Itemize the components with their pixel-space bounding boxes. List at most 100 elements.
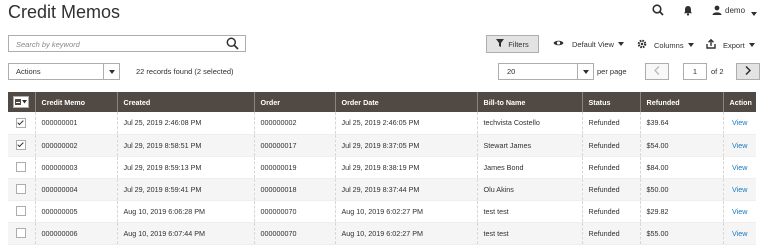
cell-order: 000000070 (254, 222, 336, 245)
cell-order-date: Aug 10, 2019 6:02:27 PM (335, 200, 478, 223)
column-header-refunded[interactable]: Refunded (640, 92, 724, 112)
cell-credit-memo: 000000002 (35, 134, 118, 157)
search-input[interactable] (14, 37, 223, 52)
cell-select (8, 112, 36, 135)
cell-order-date: Jul 29, 2019 8:37:05 PM (335, 134, 478, 157)
global-search-icon[interactable] (651, 3, 665, 17)
cell-status: Refunded (582, 134, 641, 157)
mass-select-checkbox[interactable] (13, 96, 30, 108)
row-checkbox[interactable] (16, 162, 27, 173)
column-header-order[interactable]: Order (254, 92, 336, 112)
column-header-order-date[interactable]: Order Date (335, 92, 478, 112)
grid-body: 000000001 Jul 25, 2019 2:46:08 PM 00000000… (8, 112, 756, 245)
row-checkbox[interactable] (16, 184, 27, 195)
grid-header-row: Credit Memo Created Order Order Date Bil… (8, 92, 756, 112)
table-row[interactable]: 000000006 Aug 10, 2019 6:07:44 PM 00000007… (8, 222, 756, 245)
cell-action: View (723, 112, 756, 135)
view-link[interactable]: View (732, 185, 747, 194)
cell-bill-to-name: Olu Akins (477, 178, 583, 201)
cell-bill-to-name: James Bond (477, 156, 583, 179)
search-icon[interactable] (226, 37, 239, 52)
cell-action: View (723, 134, 756, 157)
cell-select (8, 222, 36, 245)
previous-page-button[interactable] (645, 63, 669, 80)
search-box (8, 35, 246, 52)
view-link[interactable]: View (732, 163, 747, 172)
cell-credit-memo: 000000006 (35, 222, 118, 245)
chevron-left-icon (653, 65, 660, 77)
cell-created: Jul 29, 2019 8:59:41 PM (117, 178, 255, 201)
cell-bill-to-name: test test (477, 222, 583, 245)
per-page-value: 20 (507, 67, 516, 76)
chevron-down-icon (103, 64, 119, 79)
credit-memos-grid: Credit Memo Created Order Order Date Bil… (8, 92, 756, 245)
page-title: Credit Memos (8, 2, 121, 22)
row-checkbox[interactable] (16, 206, 27, 217)
chevron-down-icon (687, 43, 694, 47)
view-link[interactable]: View (732, 141, 747, 150)
chevron-down-icon (748, 43, 755, 47)
mass-actions-select[interactable]: Actions (8, 63, 120, 80)
mass-select-column[interactable] (8, 92, 36, 112)
cell-select (8, 200, 36, 223)
notifications-bell-icon[interactable] (681, 3, 695, 17)
cell-status: Refunded (582, 112, 641, 135)
eye-icon (553, 39, 564, 49)
next-page-button[interactable] (736, 63, 760, 80)
cell-credit-memo: 000000004 (35, 178, 118, 201)
cell-order-date: Aug 10, 2019 6:02:27 PM (335, 222, 478, 245)
gear-icon (637, 39, 647, 51)
cell-created: Jul 25, 2019 2:46:08 PM (117, 112, 255, 135)
column-header-action: Action (723, 92, 756, 112)
chevron-down-icon (577, 64, 593, 79)
filters-button[interactable]: Filters (486, 35, 539, 53)
cell-refunded: $39.64 (640, 112, 724, 135)
table-row[interactable]: 000000004 Jul 29, 2019 8:59:41 PM 00000001… (8, 178, 756, 201)
column-header-bill-to-name[interactable]: Bill-to Name (477, 92, 583, 112)
table-row[interactable]: 000000003 Jul 29, 2019 8:59:13 PM 00000001… (8, 156, 756, 179)
export-icon (706, 38, 716, 51)
view-link[interactable]: View (732, 229, 747, 238)
row-checkbox[interactable] (16, 228, 27, 239)
column-header-status[interactable]: Status (582, 92, 641, 112)
cell-status: Refunded (582, 156, 641, 179)
table-row[interactable]: 000000001 Jul 25, 2019 2:46:08 PM 00000000… (8, 112, 756, 135)
cell-bill-to-name: test test (477, 200, 583, 223)
cell-status: Refunded (582, 222, 641, 245)
checkbox-indeterminate-icon (15, 99, 22, 105)
columns-dropdown[interactable]: Columns (637, 39, 694, 51)
cell-order: 000000018 (254, 178, 336, 201)
cell-action: View (723, 156, 756, 179)
current-page-input[interactable]: 1 (683, 63, 707, 80)
table-row[interactable]: 000000005 Aug 10, 2019 6:06:28 PM 00000007… (8, 200, 756, 223)
user-name[interactable]: demo (725, 6, 745, 15)
cell-refunded: $84.00 (640, 156, 724, 179)
column-header-credit-memo[interactable]: Credit Memo (35, 92, 118, 112)
user-icon[interactable] (711, 3, 723, 17)
user-menu-chevron-icon[interactable] (751, 9, 757, 18)
row-checkbox[interactable] (16, 117, 27, 128)
columns-label: Columns (654, 40, 684, 50)
view-link[interactable]: View (732, 118, 747, 127)
column-header-created[interactable]: Created (117, 92, 255, 112)
chevron-down-icon (617, 42, 624, 46)
filter-funnel-icon (496, 39, 505, 49)
cell-bill-to-name: Stewart James (477, 134, 583, 157)
cell-order: 000000019 (254, 156, 336, 179)
cell-created: Aug 10, 2019 6:07:44 PM (117, 222, 255, 245)
cell-created: Jul 29, 2019 8:58:51 PM (117, 134, 255, 157)
cell-select (8, 156, 36, 179)
cell-order: 000000070 (254, 200, 336, 223)
default-view-dropdown[interactable]: Default View (553, 39, 624, 49)
cell-refunded: $55.00 (640, 222, 724, 245)
per-page-select[interactable]: 20 (498, 63, 594, 80)
cell-action: View (723, 200, 756, 223)
table-row[interactable]: 000000002 Jul 29, 2019 8:58:51 PM 00000001… (8, 134, 756, 157)
export-dropdown[interactable]: Export (706, 38, 755, 51)
cell-created: Aug 10, 2019 6:06:28 PM (117, 200, 255, 223)
view-link[interactable]: View (732, 207, 747, 216)
row-checkbox[interactable] (16, 140, 27, 151)
cell-status: Refunded (582, 200, 641, 223)
cell-action: View (723, 178, 756, 201)
chevron-right-icon (745, 65, 752, 77)
